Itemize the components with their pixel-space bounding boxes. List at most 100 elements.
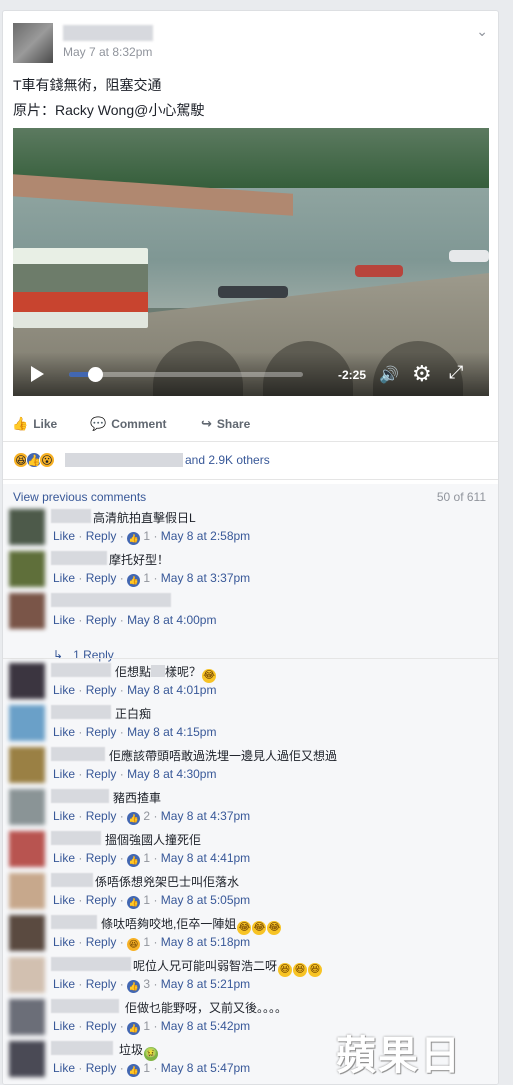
comment-time[interactable]: May 8 at 4:37pm	[161, 809, 250, 823]
redacted-word	[151, 665, 166, 677]
comment-item: 摩托好型！ Like · Reply · 👍 1 · May 8 at 3:37…	[3, 551, 498, 593]
comment-reply-link[interactable]: Reply	[86, 529, 117, 543]
comment-like-link[interactable]: Like	[53, 893, 75, 907]
comment-item: 豬西揸車 Like · Reply · 👍 2 · May 8 at 4:37p…	[3, 789, 498, 831]
commenter-name-redacted[interactable]	[51, 999, 119, 1013]
commenter-name-redacted[interactable]	[51, 873, 93, 887]
commenter-avatar[interactable]	[9, 873, 45, 909]
comment-reply-link[interactable]: Reply	[86, 725, 117, 739]
comment-reply-link[interactable]: Reply	[86, 767, 117, 781]
comment-like-link[interactable]: Like	[53, 809, 75, 823]
separator-dot: ·	[78, 571, 83, 585]
comment-like-link[interactable]: Like	[53, 529, 75, 543]
comment-time[interactable]: May 8 at 3:37pm	[161, 571, 250, 585]
commenter-name-redacted[interactable]	[51, 705, 111, 719]
commenter-avatar[interactable]	[9, 957, 45, 993]
comment-time[interactable]: May 8 at 5:21pm	[161, 977, 250, 991]
fullscreen-icon[interactable]: ⤢	[449, 362, 463, 383]
commenter-name-redacted[interactable]	[51, 747, 105, 761]
apple-daily-watermark: 蘋果日報	[336, 1032, 462, 1079]
author-name-redacted[interactable]	[63, 25, 153, 41]
separator-dot: ·	[119, 935, 124, 949]
commenter-avatar[interactable]	[9, 509, 45, 545]
video-seek-bar[interactable]	[69, 367, 303, 382]
comment-like-link[interactable]: Like	[53, 725, 75, 739]
comment-time[interactable]: May 8 at 2:58pm	[161, 529, 250, 543]
comment-meta: Like · Reply · 👍 1 · May 8 at 4:41pm	[53, 851, 250, 867]
reaction-icons[interactable]: 😆👍😮	[13, 452, 55, 470]
comment-time[interactable]: May 8 at 4:15pm	[127, 725, 216, 739]
commenter-avatar[interactable]	[9, 1041, 45, 1077]
share-button[interactable]: ↪ Share	[201, 416, 250, 432]
comment-like-link[interactable]: Like	[53, 1019, 75, 1033]
commenter-name-redacted[interactable]	[51, 551, 107, 565]
author-avatar[interactable]	[13, 23, 53, 63]
chevron-down-icon[interactable]: ⌄	[476, 23, 488, 40]
comment-like-link[interactable]: Like	[53, 977, 75, 991]
volume-icon[interactable]: 🔊	[379, 365, 399, 385]
separator-dot: ·	[153, 529, 158, 543]
comment-like-link[interactable]: Like	[53, 613, 75, 627]
comment-reply-link[interactable]: Reply	[86, 571, 117, 585]
comment-like-link[interactable]: Like	[53, 935, 75, 949]
comment-meta: Like · Reply · 👍 1 · May 8 at 5:42pm	[53, 1019, 250, 1035]
video-player[interactable]: -2:25 🔊 ⚙ ⤢	[13, 128, 489, 396]
commenter-avatar[interactable]	[9, 593, 45, 629]
comment-reply-link[interactable]: Reply	[86, 809, 117, 823]
comment-time[interactable]: May 8 at 4:00pm	[127, 613, 216, 627]
comment-reply-link[interactable]: Reply	[86, 683, 117, 697]
reactor-names-redacted[interactable]	[65, 453, 183, 467]
comment-like-link[interactable]: Like	[53, 1061, 75, 1075]
comment-time[interactable]: May 8 at 5:18pm	[161, 935, 250, 949]
commenter-avatar[interactable]	[9, 789, 45, 825]
seek-knob[interactable]	[87, 367, 103, 382]
comment-time[interactable]: May 8 at 4:01pm	[127, 683, 216, 697]
comment-reply-link[interactable]: Reply	[86, 1019, 117, 1033]
gear-icon[interactable]: ⚙	[412, 361, 432, 387]
commenter-avatar[interactable]	[9, 705, 45, 741]
comment-like-count: 1	[143, 851, 151, 865]
view-previous-comments-link[interactable]: View previous comments	[13, 490, 146, 504]
laughing-emoji-icon: 😂	[267, 921, 282, 935]
commenter-name-redacted[interactable]	[51, 789, 109, 803]
comment-reply-link[interactable]: Reply	[86, 893, 117, 907]
like-button[interactable]: 👍 Like	[12, 416, 57, 432]
separator-dot: ·	[119, 809, 124, 823]
divider	[3, 658, 498, 659]
comment-time[interactable]: May 8 at 5:05pm	[161, 893, 250, 907]
commenter-avatar[interactable]	[9, 663, 45, 699]
play-icon[interactable]	[31, 366, 44, 382]
commenter-name-redacted[interactable]	[51, 593, 171, 607]
laughing-emoji-icon: 😆	[293, 963, 308, 977]
comment-button[interactable]: 💬 Comment	[90, 416, 167, 432]
comment-reply-link[interactable]: Reply	[86, 851, 117, 865]
comment-like-link[interactable]: Like	[53, 767, 75, 781]
post-timestamp[interactable]: May 7 at 8:32pm	[63, 45, 152, 59]
commenter-name-redacted[interactable]	[51, 831, 101, 845]
comment-meta: Like · Reply · 👍 3 · May 8 at 5:21pm	[53, 977, 250, 993]
commenter-avatar[interactable]	[9, 551, 45, 587]
comment-like-link[interactable]: Like	[53, 683, 75, 697]
commenter-avatar[interactable]	[9, 747, 45, 783]
comment-reply-link[interactable]: Reply	[86, 1061, 117, 1075]
comment-time[interactable]: May 8 at 4:30pm	[127, 767, 216, 781]
commenter-avatar[interactable]	[9, 831, 45, 867]
comment-time[interactable]: May 8 at 5:42pm	[161, 1019, 250, 1033]
comment-like-link[interactable]: Like	[53, 571, 75, 585]
comment-like-link[interactable]: Like	[53, 851, 75, 865]
commenter-name-redacted[interactable]	[51, 509, 91, 523]
comment-time[interactable]: May 8 at 5:47pm	[161, 1061, 250, 1075]
comment-reply-link[interactable]: Reply	[86, 935, 117, 949]
commenter-avatar[interactable]	[9, 999, 45, 1035]
commenter-name-redacted[interactable]	[51, 915, 97, 929]
view-replies-link[interactable]: ↳ 1 Reply	[53, 648, 114, 662]
commenter-name-redacted[interactable]	[51, 957, 131, 971]
comment-time[interactable]: May 8 at 4:41pm	[161, 851, 250, 865]
reaction-others-link[interactable]: and 2.9K others	[185, 453, 270, 467]
commenter-avatar[interactable]	[9, 915, 45, 951]
comment-reply-link[interactable]: Reply	[86, 613, 117, 627]
like-badge-icon: 👍	[127, 574, 141, 587]
comment-reply-link[interactable]: Reply	[86, 977, 117, 991]
commenter-name-redacted[interactable]	[51, 663, 111, 677]
commenter-name-redacted[interactable]	[51, 1041, 113, 1055]
